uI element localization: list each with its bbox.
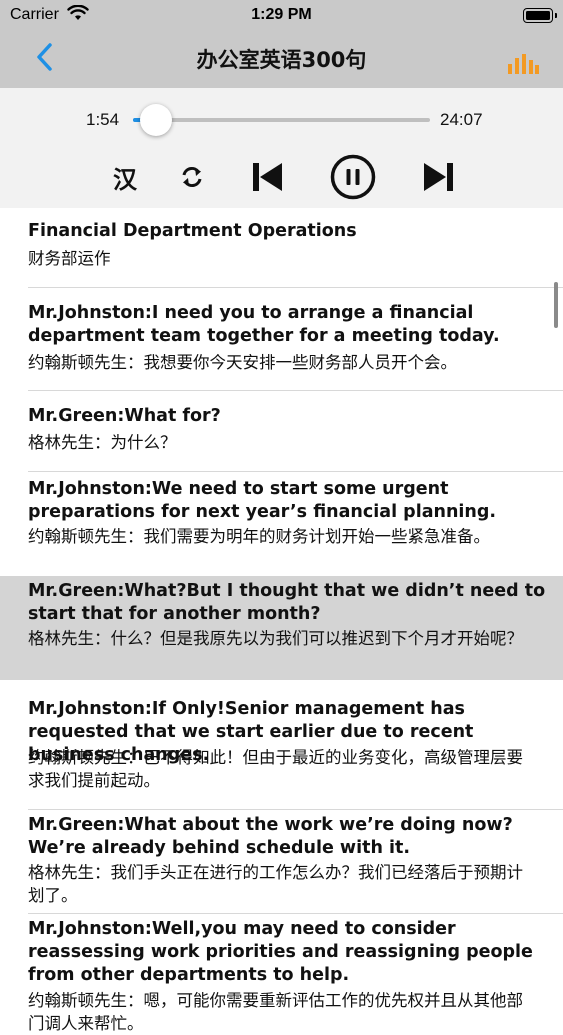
next-button[interactable] <box>420 158 458 196</box>
list-item[interactable]: Mr.Johnston:If Only!Senior management ha… <box>0 680 563 810</box>
list-item[interactable]: Financial Department Operations 财务部运作 <box>0 208 563 288</box>
repeat-icon <box>182 166 202 188</box>
current-time: 1:54 <box>86 110 120 129</box>
list-item[interactable]: Mr.Green:What about the work we’re doing… <box>0 810 563 914</box>
page-title: 办公室英语300句 <box>196 48 367 72</box>
list-item[interactable]: Mr.Green:What for? 格林先生：为什么？ <box>0 391 563 472</box>
list-item[interactable]: Mr.Johnston:I need you to arrange a fina… <box>0 288 563 391</box>
status-bar: Carrier 1:29 PM <box>0 4 563 26</box>
scroll-indicator[interactable] <box>554 282 558 328</box>
progress-thumb[interactable] <box>140 104 173 136</box>
bar-chart-icon <box>508 54 539 74</box>
sentence-chinese: 约翰斯顿先生：巴不得如此！但由于最近的业务变化，高级管理层要求我们提前起动。 <box>28 748 523 790</box>
list-item[interactable]: Mr.Johnston:Well,you may need to conside… <box>0 914 563 1033</box>
sentence-english: Mr.Johnston:We need to start some urgent… <box>28 479 497 522</box>
list-item[interactable]: Mr.Johnston:We need to start some urgent… <box>0 472 563 576</box>
sentence-chinese: 财务部运作 <box>28 249 111 268</box>
sentence-english: Mr.Johnston:I need you to arrange a fina… <box>28 303 500 346</box>
sentence-chinese: 约翰斯顿先生：我们需要为明年的财务计划开始一些紧急准备。 <box>28 527 490 546</box>
skip-next-icon <box>424 163 453 191</box>
bar-chart-button[interactable] <box>507 54 539 74</box>
skip-previous-icon <box>253 163 282 191</box>
sentence-english: Mr.Green:What about the work we’re doing… <box>28 815 513 858</box>
sentence-english: Mr.Green:What?But I thought that we didn… <box>28 581 546 624</box>
total-time: 24:07 <box>440 110 483 129</box>
chinese-toggle-button[interactable]: 汉 <box>106 158 144 196</box>
sentence-chinese: 格林先生：什么？但是我原先以为我们可以推迟到下个月才开始呢？ <box>28 629 523 648</box>
repeat-button[interactable] <box>173 158 211 196</box>
sentence-chinese: 格林先生：我们手头正在进行的工作怎么办？我们已经落后于预期计划了。 <box>28 863 523 905</box>
pause-icon <box>330 154 376 200</box>
sentence-english: Mr.Johnston:Well,you may need to conside… <box>28 919 533 985</box>
audio-player: 1:54 24:07 汉 <box>0 88 563 208</box>
sentence-chinese: 约翰斯顿先生：我想要你今天安排一些财务部人员开个会。 <box>28 353 457 372</box>
pause-button[interactable] <box>330 154 376 200</box>
sentence-english: Financial Department Operations <box>28 221 357 241</box>
previous-button[interactable] <box>248 158 286 196</box>
sentence-chinese: 约翰斯顿先生：嗯，可能你需要重新评估工作的优先权并且从其他部门调人来帮忙。 <box>28 991 523 1033</box>
battery-icon <box>523 8 557 23</box>
sentence-chinese: 格林先生：为什么？ <box>28 433 177 452</box>
sentence-english: Mr.Green:What for? <box>28 406 221 426</box>
clock: 1:29 PM <box>251 6 312 23</box>
list-item-active[interactable]: Mr.Green:What?But I thought that we didn… <box>0 576 563 680</box>
progress-slider[interactable] <box>133 104 430 136</box>
